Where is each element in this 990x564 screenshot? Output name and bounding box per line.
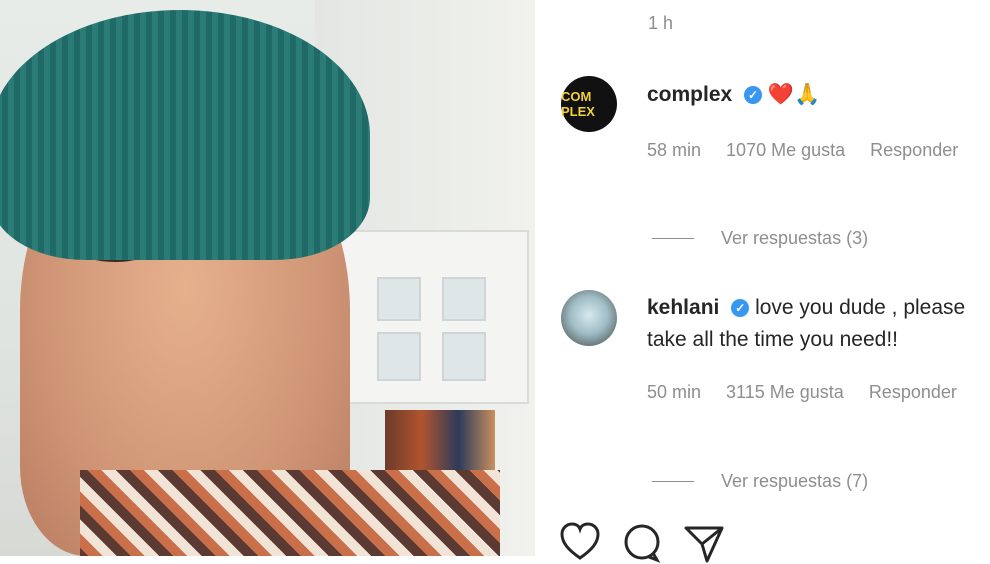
comment-likes[interactable]: 3115 Me gusta bbox=[726, 382, 844, 402]
verified-badge-icon: ✓ bbox=[731, 299, 750, 317]
reply-button[interactable]: Responder bbox=[869, 382, 957, 402]
reply-button[interactable]: Responder bbox=[870, 140, 958, 160]
post-time: 1 h bbox=[648, 13, 674, 33]
comments-panel: 1 h COM PLEX complex ✓ ❤️🙏 58 min 1070 M… bbox=[535, 0, 990, 563]
verified-badge-icon: ✓ bbox=[744, 86, 763, 104]
comment-icon[interactable] bbox=[621, 522, 663, 564]
comment-text-line2: take all the time you need!! bbox=[647, 328, 898, 351]
post-media[interactable] bbox=[0, 0, 535, 556]
view-replies-label[interactable]: Ver respuestas (3) bbox=[721, 228, 868, 249]
post-actions bbox=[559, 522, 725, 564]
avatar-kehlani[interactable] bbox=[561, 290, 617, 346]
view-replies-label[interactable]: Ver respuestas (7) bbox=[721, 471, 868, 492]
avatar-complex[interactable]: COM PLEX bbox=[561, 76, 617, 132]
comment-text-complex: ❤️🙏 bbox=[767, 83, 821, 106]
username-complex[interactable]: complex bbox=[647, 83, 732, 106]
view-replies-complex[interactable]: Ver respuestas (3) bbox=[652, 228, 868, 249]
green-beanie bbox=[0, 10, 370, 260]
white-cabinet bbox=[335, 230, 529, 404]
replies-line bbox=[652, 238, 694, 239]
comment-age: 50 min bbox=[647, 382, 702, 402]
replies-line bbox=[652, 481, 694, 482]
plaid-shirt bbox=[80, 470, 500, 556]
view-replies-kehlani[interactable]: Ver respuestas (7) bbox=[652, 471, 868, 492]
avatar-logo-text: COM PLEX bbox=[561, 89, 595, 119]
heart-icon[interactable] bbox=[559, 522, 601, 564]
comment-likes[interactable]: 1070 Me gusta bbox=[726, 140, 845, 160]
share-icon[interactable] bbox=[683, 522, 725, 564]
username-kehlani[interactable]: kehlani bbox=[647, 296, 719, 319]
comment-text-line1: love you dude , please bbox=[755, 296, 966, 319]
comment-age: 58 min bbox=[647, 140, 702, 160]
